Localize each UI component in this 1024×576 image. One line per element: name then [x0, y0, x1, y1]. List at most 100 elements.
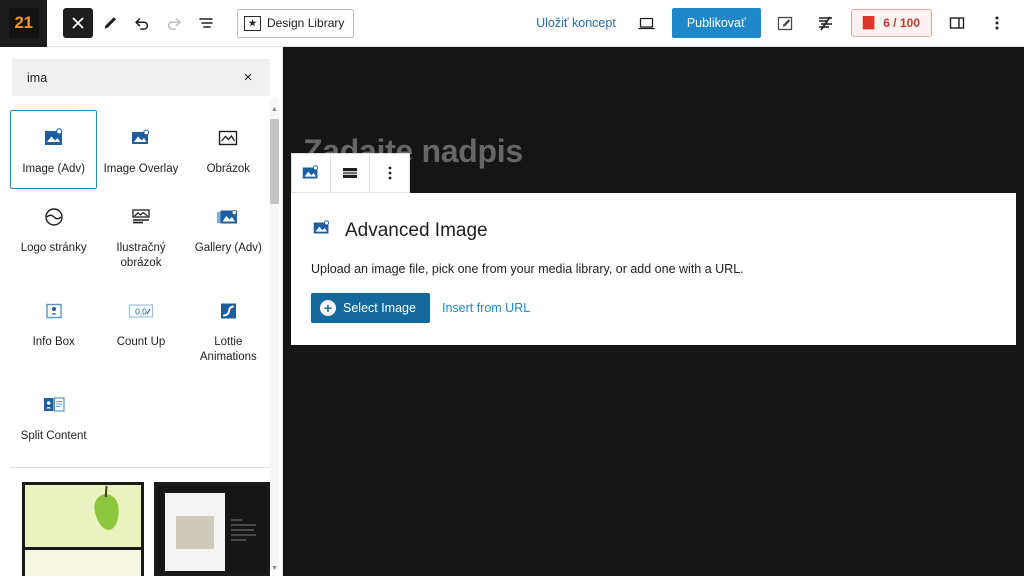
inserter-scrollbar-thumb[interactable]: [270, 119, 279, 204]
list-view-icon: [199, 18, 213, 28]
pattern-text-line: [231, 524, 256, 527]
editor-body: × Image (Adv): [0, 47, 1024, 576]
seo-score-badge[interactable]: █▌ 6 / 100: [850, 9, 932, 37]
align-icon: [343, 168, 357, 178]
seo-signal-icon: █▌: [862, 17, 879, 29]
editor-top-bar: 21 ★ Design Library Uložiť koncept Publi…: [0, 0, 1024, 47]
kebab-menu-icon: [388, 166, 391, 180]
pear-illustration: [92, 492, 122, 532]
image-adv-icon: [302, 165, 319, 179]
insert-from-url-button[interactable]: Insert from URL: [442, 301, 530, 315]
placeholder-description: Upload an image file, pick one from your…: [311, 262, 744, 276]
block-label: Ilustračný obrázok: [116, 241, 166, 270]
preview-laptop-icon: [638, 17, 656, 29]
preview-button[interactable]: [632, 8, 662, 38]
info-box-icon: [42, 298, 66, 324]
toolbar-left-group: ★ Design Library: [47, 8, 355, 38]
seo-score-value: 6 / 100: [883, 16, 920, 30]
editor-app: 21 ★ Design Library Uložiť koncept Publi…: [0, 0, 1024, 576]
count-up-icon: 0.0: [127, 298, 155, 324]
pattern-pear-hero: [25, 485, 141, 548]
save-draft-button[interactable]: Uložiť koncept: [530, 12, 622, 34]
placeholder-header: Advanced Image: [311, 217, 996, 244]
pattern-pear-body: [25, 550, 141, 576]
editor-settings-button[interactable]: [771, 8, 801, 38]
block-label: Image (Adv): [22, 163, 85, 175]
align-button[interactable]: [331, 154, 370, 192]
search-clear-button[interactable]: ×: [237, 67, 259, 89]
svg-text:0.0: 0.0: [135, 306, 147, 316]
kebab-menu-icon: [995, 16, 999, 30]
scroll-up-arrow-icon[interactable]: ▲: [270, 105, 279, 115]
block-item-lottie[interactable]: Lottie Animations: [185, 283, 272, 377]
block-item-count-up[interactable]: 0.0 Count Up: [97, 283, 184, 377]
more-options-button[interactable]: [982, 8, 1012, 38]
redo-icon: [167, 18, 181, 30]
block-label: Gallery (Adv): [194, 241, 262, 254]
pattern-image-placeholder: [176, 515, 214, 549]
featured-image-icon: [129, 204, 153, 230]
inserter-search-wrap: ×: [0, 47, 282, 106]
lottie-icon: [216, 298, 240, 324]
redo-button[interactable]: [159, 8, 189, 38]
block-more-options-button[interactable]: [370, 154, 409, 192]
select-image-label: Select Image: [343, 301, 416, 315]
placeholder-title: Advanced Image: [345, 219, 488, 241]
jetpack-icon: [819, 16, 833, 30]
block-label: Split Content: [20, 429, 87, 442]
search-field[interactable]: ×: [12, 59, 270, 96]
image-icon: [216, 125, 240, 151]
edit-mode-button[interactable]: [95, 8, 125, 38]
pattern-text-column: [231, 493, 259, 565]
image-adv-icon: [42, 125, 66, 151]
image-overlay-icon: [129, 125, 153, 151]
plus-circle-icon: +: [320, 300, 336, 316]
block-label: Lottie Animations: [199, 335, 257, 364]
advanced-image-placeholder-block: Advanced Image Upload an image file, pic…: [291, 193, 1016, 345]
block-grid: Image (Adv) Image Overlay Obrázok Logo s…: [10, 110, 272, 455]
site-logo-button[interactable]: 21: [0, 0, 47, 47]
gallery-adv-icon: [215, 204, 241, 230]
block-item-obrazok[interactable]: Obrázok: [185, 110, 272, 189]
block-toolbar: [291, 153, 410, 193]
block-item-split-content[interactable]: Split Content: [10, 377, 97, 456]
design-library-icon: ★: [244, 15, 261, 31]
undo-icon: [135, 18, 149, 30]
pattern-text-line: [231, 539, 247, 542]
jetpack-button[interactable]: [811, 8, 841, 38]
block-label: Count Up: [116, 335, 166, 348]
editor-canvas: Zadajte nadpis Advanced Image Upload an …: [283, 47, 1024, 576]
pattern-dark-image-text-thumbnail[interactable]: [154, 482, 270, 576]
scroll-down-arrow-icon[interactable]: ▼: [270, 564, 279, 574]
pattern-text-line: [231, 529, 254, 532]
block-item-site-logo[interactable]: Logo stránky: [10, 189, 97, 283]
image-adv-icon: [311, 217, 333, 244]
block-item-info-box[interactable]: Info Box: [10, 283, 97, 377]
block-type-button[interactable]: [292, 154, 331, 192]
block-label: Image Overlay: [103, 163, 179, 175]
block-inserter-panel: × Image (Adv): [0, 47, 283, 576]
pattern-image-card: [165, 493, 225, 572]
toolbar-right-group: Uložiť koncept Publikovať █▌ 6 / 100: [530, 8, 1024, 38]
pattern-pear-thumbnail[interactable]: [22, 482, 144, 576]
block-item-image-overlay[interactable]: Image Overlay: [97, 110, 184, 189]
block-label: Obrázok: [206, 163, 251, 175]
close-editor-button[interactable]: [63, 8, 93, 38]
block-item-gallery-adv[interactable]: Gallery (Adv): [185, 189, 272, 283]
sidebar-panel-icon: [949, 17, 965, 29]
design-library-label: Design Library: [267, 16, 345, 30]
pattern-list: [10, 468, 272, 576]
sidebar-toggle-button[interactable]: [942, 8, 972, 38]
select-image-button[interactable]: + Select Image: [311, 293, 430, 323]
block-item-image-adv[interactable]: Image (Adv): [10, 110, 98, 189]
design-library-button[interactable]: ★ Design Library: [237, 8, 355, 38]
search-input[interactable]: [27, 70, 237, 85]
block-item-featured-image[interactable]: Ilustračný obrázok: [97, 189, 184, 283]
close-icon: [72, 17, 84, 29]
publish-button[interactable]: Publikovať: [671, 8, 761, 38]
list-view-button[interactable]: [191, 8, 221, 38]
placeholder-actions: + Select Image Insert from URL: [311, 293, 996, 323]
edit-post-icon: [778, 16, 793, 30]
undo-button[interactable]: [127, 8, 157, 38]
split-content-icon: [41, 392, 67, 418]
